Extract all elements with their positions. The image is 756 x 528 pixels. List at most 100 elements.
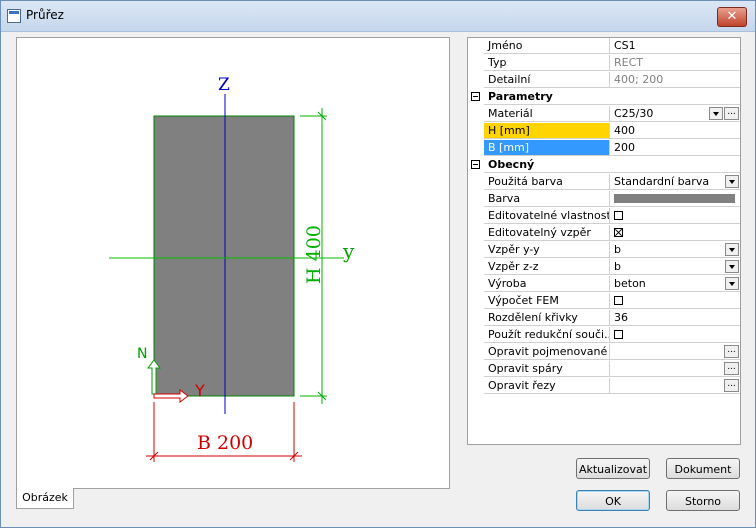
property-grid[interactable]: Jméno CS1 Typ RECT Detailní 400; 200 Parametry… — [467, 37, 741, 445]
collapse-icon[interactable] — [471, 160, 480, 169]
row-gutter — [468, 310, 484, 327]
property-row[interactable]: Typ RECT — [468, 55, 740, 72]
property-value[interactable]: 200 — [610, 140, 740, 156]
property-name: Rozdělení křivky — [484, 310, 610, 326]
chevron-down-icon[interactable] — [709, 107, 723, 120]
property-row[interactable]: Výroba beton — [468, 276, 740, 293]
property-row[interactable]: Detailní 400; 200 — [468, 72, 740, 89]
property-value[interactable]: ... — [610, 361, 740, 377]
checkbox[interactable] — [614, 211, 623, 220]
property-name: Výroba — [484, 276, 610, 292]
property-row[interactable]: Opravit pojmenované ...... — [468, 344, 740, 361]
property-name: Materiál — [484, 106, 610, 122]
cancel-button[interactable]: Storno — [666, 490, 740, 511]
property-value[interactable]: b — [610, 259, 740, 275]
property-value[interactable]: C25/30... — [610, 106, 740, 122]
row-gutter — [468, 361, 484, 378]
row-gutter — [468, 72, 484, 89]
property-name: Použít redukční souči... — [484, 327, 610, 343]
property-value-text: Standardní barva — [614, 175, 710, 188]
chevron-down-icon[interactable] — [725, 243, 739, 256]
property-value[interactable]: b — [610, 242, 740, 258]
z-axis-label: Z — [218, 75, 230, 95]
section-drawing[interactable]: Z y H 400 B 200 N Y — [16, 37, 450, 489]
property-name: Jméno — [484, 38, 610, 54]
property-row[interactable]: Vzpěr y-y b — [468, 242, 740, 259]
property-row[interactable]: Použít redukční souči... — [468, 327, 740, 344]
property-name: Opravit spáry — [484, 361, 610, 377]
property-value[interactable] — [610, 208, 740, 224]
property-row[interactable]: Vzpěr z-z b — [468, 259, 740, 276]
row-gutter — [468, 140, 484, 157]
checkbox[interactable] — [614, 296, 623, 305]
property-row[interactable]: Výpočet FEM — [468, 293, 740, 310]
property-row[interactable]: Opravit spáry... — [468, 361, 740, 378]
property-value[interactable]: 36 — [610, 310, 740, 326]
row-gutter — [468, 106, 484, 123]
property-value: RECT — [610, 55, 740, 71]
row-gutter — [468, 293, 484, 310]
property-category[interactable]: Obecný — [468, 157, 740, 174]
property-row[interactable]: Barva — [468, 191, 740, 208]
property-value[interactable]: 400 — [610, 123, 740, 139]
title-bar[interactable]: Průřez ✕ — [1, 1, 755, 32]
row-gutter — [468, 327, 484, 344]
property-value[interactable]: CS1 — [610, 38, 740, 54]
checkbox[interactable] — [614, 228, 623, 237]
property-value[interactable] — [610, 293, 740, 309]
property-row[interactable]: Rozdělení křivky 36 — [468, 310, 740, 327]
row-gutter — [468, 89, 484, 106]
close-button[interactable]: ✕ — [717, 7, 747, 27]
document-button[interactable]: Dokument — [666, 458, 740, 479]
row-gutter — [468, 259, 484, 276]
row-gutter — [468, 174, 484, 191]
ellipsis-button[interactable]: ... — [724, 345, 739, 358]
property-value-text: C25/30 — [614, 107, 654, 120]
property-row[interactable]: Opravit řezy... — [468, 378, 740, 395]
checkbox[interactable] — [614, 330, 623, 339]
property-value[interactable] — [610, 327, 740, 343]
property-row[interactable]: Editovatelný vzpěr — [468, 225, 740, 242]
update-button[interactable]: Aktualizovat — [576, 458, 650, 479]
property-name: Vzpěr z-z — [484, 259, 610, 275]
row-gutter — [468, 225, 484, 242]
property-row[interactable]: Jméno CS1 — [468, 38, 740, 55]
property-category[interactable]: Parametry — [468, 89, 740, 106]
property-name: H [mm] — [484, 123, 610, 139]
property-value[interactable] — [610, 225, 740, 241]
row-gutter — [468, 344, 484, 361]
chevron-down-icon[interactable] — [725, 175, 739, 188]
row-gutter — [468, 242, 484, 259]
property-value[interactable]: beton — [610, 276, 740, 292]
property-value[interactable]: Standardní barva — [610, 174, 740, 190]
property-name: Editovatelný vzpěr — [484, 225, 610, 241]
property-row[interactable]: Editovatelné vlastnosti — [468, 208, 740, 225]
row-gutter — [468, 123, 484, 140]
chevron-down-icon[interactable] — [725, 260, 739, 273]
property-row[interactable]: Použitá barva Standardní barva — [468, 174, 740, 191]
window-icon — [7, 9, 21, 23]
property-value-text: 200 — [614, 141, 635, 154]
section-rect[interactable] — [153, 115, 295, 397]
property-value-text: 400 — [614, 124, 635, 137]
property-row[interactable]: Materiál C25/30... — [468, 106, 740, 123]
property-value[interactable]: ... — [610, 378, 740, 394]
chevron-down-icon[interactable] — [725, 277, 739, 290]
ellipsis-button[interactable]: ... — [724, 362, 739, 375]
property-row[interactable]: H [mm] 400 — [468, 123, 740, 140]
color-swatch[interactable] — [614, 194, 735, 203]
tab-obrazek[interactable]: Obrázek — [16, 488, 74, 509]
property-row[interactable]: B [mm] 200 — [468, 140, 740, 157]
ellipsis-button[interactable]: ... — [724, 107, 739, 120]
collapse-icon[interactable] — [471, 92, 480, 101]
ok-button[interactable]: OK — [576, 490, 650, 511]
property-value[interactable]: ... — [610, 344, 740, 360]
property-value-text: beton — [614, 277, 646, 290]
ellipsis-button[interactable]: ... — [724, 379, 739, 392]
lcs-y-label: Y — [194, 381, 205, 400]
property-value[interactable] — [610, 191, 740, 207]
property-value-text: 36 — [614, 311, 628, 324]
row-gutter — [468, 191, 484, 208]
window-title: Průřez — [26, 8, 64, 22]
property-value-text: b — [614, 260, 621, 273]
